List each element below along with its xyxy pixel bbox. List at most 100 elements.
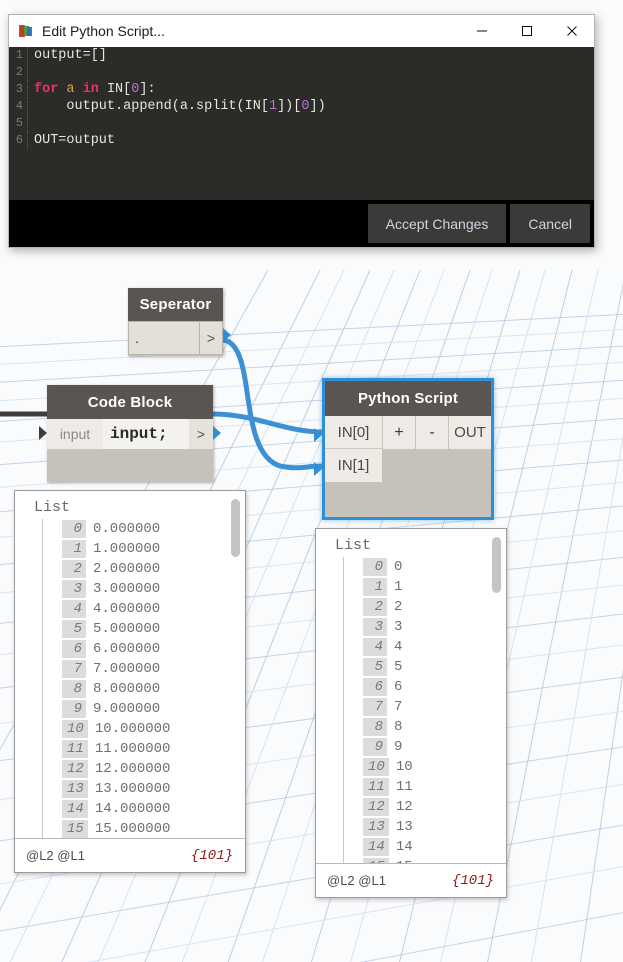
list-item-value: 8.000000: [93, 681, 160, 697]
code-line-number: 1: [9, 47, 28, 64]
list-item-value: 14: [396, 839, 413, 855]
python-code-editor[interactable]: 1 output=[] 23 for a in IN[0]:4 output.appe…: [9, 47, 594, 200]
code-line[interactable]: 4 output.append(a.split(IN[1])[0]): [9, 98, 594, 115]
preview-left-footer: @L2 @L1 {101}: [15, 838, 245, 872]
list-item: 00: [363, 557, 506, 577]
maximize-icon[interactable]: [504, 15, 549, 47]
list-item: 99.000000: [62, 699, 245, 719]
node-code-block[interactable]: Code Block input input; >: [47, 385, 213, 482]
list-item: 15 15.000000: [62, 819, 245, 839]
list-item-index: 5: [62, 620, 86, 638]
code-block-output-port[interactable]: >: [189, 419, 213, 449]
preview-right-list: 0011223344556677889910101111121213131414…: [343, 557, 506, 864]
python-input-nub-0[interactable]: [314, 428, 322, 442]
code-line[interactable]: 2: [9, 64, 594, 81]
preview-left-list: 00.00000011.00000022.00000033.00000044.0…: [42, 519, 245, 839]
list-item: 55: [363, 657, 506, 677]
list-item-value: 2.000000: [93, 561, 160, 577]
code-line-text: for a in IN[0]:: [34, 81, 156, 98]
code-block-code-text[interactable]: input;: [103, 419, 189, 449]
preview-panel-code-block[interactable]: List 00.00000011.00000022.00000033.00000…: [14, 490, 246, 873]
list-item-index: 11: [363, 778, 389, 796]
list-item: 99: [363, 737, 506, 757]
list-item: 1414.000000: [62, 799, 245, 819]
code-block-input-nub[interactable]: [39, 426, 47, 440]
python-add-input-button[interactable]: +: [382, 416, 415, 449]
list-item-index: 12: [363, 798, 389, 816]
code-line[interactable]: 5: [9, 115, 594, 132]
code-line-number: 5: [9, 115, 28, 132]
close-icon[interactable]: [549, 15, 594, 47]
window-controls: [459, 15, 594, 47]
code-line[interactable]: 1 output=[]: [9, 47, 594, 64]
seperator-string-input[interactable]: .: [128, 321, 200, 355]
python-script-editor-window[interactable]: Edit Python Script...: [8, 14, 595, 248]
list-item-index: 6: [62, 640, 86, 658]
preview-left-scrollarea: List 00.00000011.00000022.00000033.00000…: [15, 491, 245, 838]
list-item-value: 10.000000: [95, 721, 171, 737]
list-item: 11: [363, 577, 506, 597]
list-item-value: 15.000000: [95, 821, 171, 837]
preview-right-title: List: [316, 529, 506, 557]
list-item-value: 12: [396, 799, 413, 815]
node-python-script-title: Python Script: [325, 381, 491, 416]
python-input-port-0[interactable]: IN[0]: [325, 416, 382, 449]
list-item: 11.000000: [62, 539, 245, 559]
list-item: 1010.000000: [62, 719, 245, 739]
code-line[interactable]: 6OUT=output: [9, 132, 594, 149]
list-item-value: 13.000000: [95, 781, 171, 797]
python-input-port-1[interactable]: IN[1]: [325, 449, 382, 482]
code-line-number: 2: [9, 64, 28, 81]
preview-right-levels[interactable]: @L2 @L1: [327, 873, 386, 888]
list-item: 55.000000: [62, 619, 245, 639]
preview-right-scrollbar[interactable]: [492, 537, 501, 855]
preview-left-scroll-thumb[interactable]: [231, 499, 240, 557]
seperator-output-port[interactable]: >: [200, 321, 223, 355]
code-line-text: OUT=output: [34, 132, 115, 149]
preview-right-count: {101}: [452, 873, 494, 889]
list-item-index: 12: [62, 760, 88, 778]
preview-panel-python-script[interactable]: List 00112233445566778899101011111212131…: [315, 528, 507, 898]
code-line[interactable]: 3 for a in IN[0]:: [9, 81, 594, 98]
list-item-value: 7: [394, 699, 402, 715]
list-item-value: 11: [396, 779, 413, 795]
editor-toolbar: Accept Changes Cancel: [9, 200, 594, 247]
preview-left-levels[interactable]: @L2 @L1: [26, 848, 85, 863]
list-item-value: 10: [396, 759, 413, 775]
code-line-number: 3: [9, 81, 28, 98]
seperator-output-nub[interactable]: [223, 328, 231, 342]
dynamo-workspace: Seperator . > Code Block input input; > …: [0, 0, 623, 962]
list-item: 22.000000: [62, 559, 245, 579]
code-block-input-port[interactable]: input: [47, 419, 103, 449]
minimize-icon[interactable]: [459, 15, 504, 47]
list-item-value: 14.000000: [95, 801, 171, 817]
editor-titlebar[interactable]: Edit Python Script...: [9, 15, 594, 47]
list-item: 22: [363, 597, 506, 617]
list-item: 1313: [363, 817, 506, 837]
list-item-value: 6.000000: [93, 641, 160, 657]
list-item-value: 0.000000: [93, 521, 160, 537]
python-remove-input-button[interactable]: -: [415, 416, 448, 449]
code-block-output-nub[interactable]: [213, 426, 221, 440]
list-item-index: 15: [62, 820, 88, 838]
list-item: 66: [363, 677, 506, 697]
list-item-value: 0: [394, 559, 402, 575]
python-input-nub-1[interactable]: [314, 462, 322, 476]
code-line-text: output=[]: [34, 47, 107, 64]
preview-right-scroll-thumb[interactable]: [492, 537, 501, 593]
node-python-script[interactable]: Python Script IN[0] + - OUT IN[1]: [322, 378, 494, 520]
list-item-value: 11.000000: [95, 741, 171, 757]
python-output-port[interactable]: OUT: [448, 416, 491, 449]
list-item-value: 6: [394, 679, 402, 695]
list-item-value: 13: [396, 819, 413, 835]
list-item-index: 14: [363, 838, 389, 856]
python-script-icon: [18, 23, 34, 39]
preview-left-scrollbar[interactable]: [231, 499, 240, 829]
accept-changes-button[interactable]: Accept Changes: [368, 204, 507, 243]
list-item-index: 0: [62, 520, 86, 538]
cancel-button[interactable]: Cancel: [510, 204, 590, 243]
list-item-value: 8: [394, 719, 402, 735]
node-seperator[interactable]: Seperator . >: [128, 288, 223, 356]
list-item: 0 0.000000: [62, 519, 245, 539]
list-item: 1010: [363, 757, 506, 777]
